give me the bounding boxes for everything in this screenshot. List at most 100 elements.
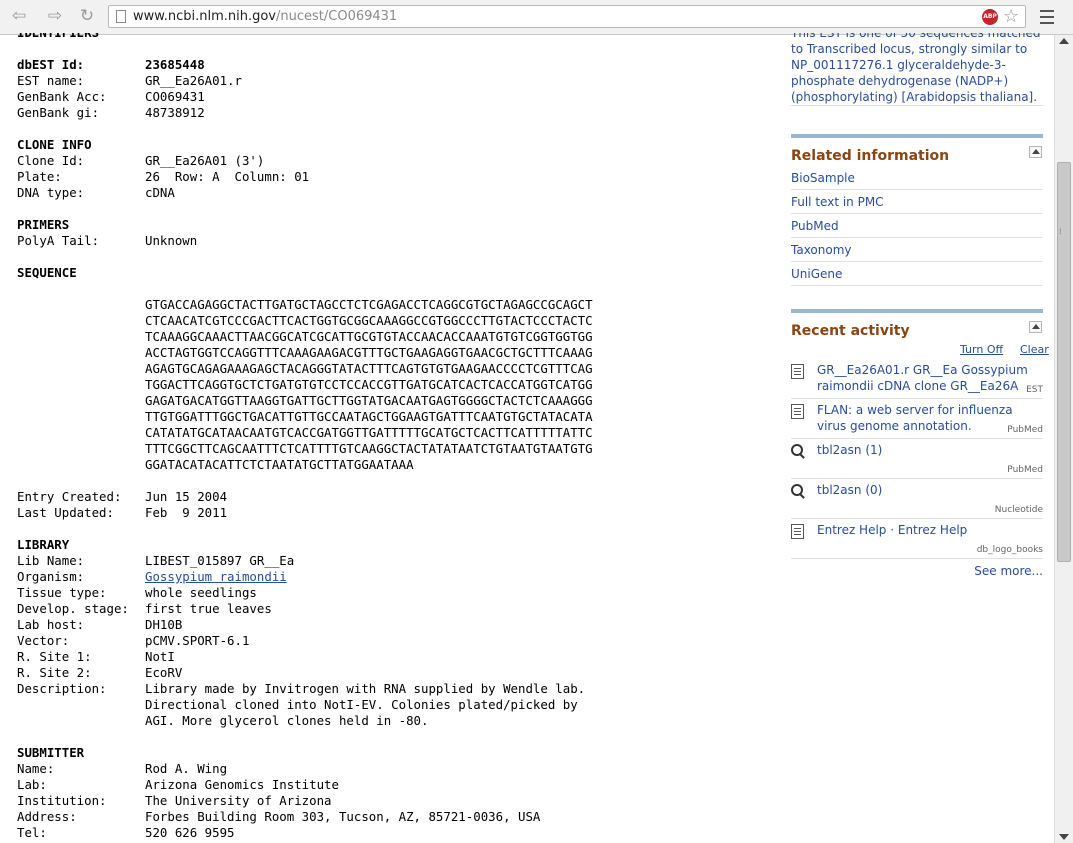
field-label: Lab: [17, 777, 47, 792]
field-label: PolyA Tail: [17, 233, 100, 248]
sequence-line: TCAAAGGCAAACTTAACGGCATCGCATTGCGTGTACCAAC… [145, 329, 593, 344]
identifier-row: GenBank Acc: CO069431 [17, 89, 777, 105]
turn-off-link[interactable]: Turn Off [960, 343, 1003, 356]
browser-toolbar: ⇦ ⇨ ↻ www.ncbi.nlm.nih.gov/nucest/CO0694… [0, 0, 1073, 35]
clone-section: Clone Id: GR__Ea26A01 (3') Plate: 26 Row: A… [17, 153, 777, 201]
est-record: IDENTIFIERS dbEST Id: 23685448 EST name: GR… [17, 33, 777, 843]
field-label: Lib Name: [17, 553, 85, 568]
recent-activity-link[interactable]: tbl2asn (1) [817, 442, 1037, 458]
field-label: Address: [17, 809, 77, 824]
field-label: Name: [17, 761, 55, 776]
see-more-link[interactable]: See more... [974, 564, 1043, 578]
back-icon[interactable]: ⇦ [8, 5, 30, 27]
browser-menu-icon[interactable] [1038, 6, 1056, 26]
field-value: EcoRV [145, 665, 183, 680]
field-value: Feb 9 2011 [145, 505, 228, 520]
bookmark-star-icon[interactable]: ☆ [1003, 6, 1019, 27]
field-label: Tel: [17, 825, 47, 840]
description-line: (phosphorylating) [Arabidopsis thaliana]… [791, 90, 1038, 104]
related-link-pubmed[interactable]: PubMed [791, 214, 1043, 238]
adblock-icon[interactable]: ABP [982, 9, 998, 25]
library-row: Vector: pCMV.SPORT-6.1 [17, 633, 777, 649]
field-label: Institution: [17, 793, 107, 808]
clone-row: DNA type: cDNA [17, 185, 777, 201]
collapse-recent-icon[interactable] [1029, 321, 1042, 333]
field-label: EST name: [17, 73, 85, 88]
recent-activity-link[interactable]: Entrez Help · Entrez Help [817, 522, 1037, 538]
library-row: Develop. stage: first true leaves [17, 601, 777, 617]
document-icon [791, 364, 804, 379]
submitter-section: Name: Rod A. Wing Lab: Arizona Genomics Ins… [17, 761, 777, 843]
field-label: GenBank Acc: [17, 89, 107, 104]
identifier-row: GenBank gi: 48738912 [17, 105, 777, 121]
identifier-row: EST name: GR__Ea26A01.r [17, 73, 777, 89]
submitter-row: Lab: Arizona Genomics Institute [17, 777, 777, 793]
recent-activity-link[interactable]: GR__Ea26A01.r GR__Ea Gossypium raimondii… [817, 362, 1037, 394]
field-value: Library made by Invitrogen with RNA supp… [145, 681, 586, 696]
reload-icon[interactable]: ↻ [76, 5, 98, 27]
field-label: Last Updated: [17, 505, 114, 520]
organism-link[interactable]: Gossypium raimondii [145, 569, 287, 585]
submitter-row: Institution: The University of Arizona [17, 793, 777, 809]
recent-activity-db: db_logo_books [976, 545, 1043, 555]
collapse-related-icon[interactable] [1029, 146, 1042, 158]
field-value: whole seedlings [145, 585, 257, 600]
recent-activity-item[interactable]: Entrez Help · Entrez Help db_logo_books [791, 519, 1043, 559]
recent-activity-item[interactable]: tbl2asn (0) Nucleotide [791, 479, 1043, 519]
library-header: LIBRARY [17, 537, 70, 552]
recent-activity-title: Recent activity [791, 323, 910, 339]
sequence-block: GTGACCAGAGGCTACTTGATGCTAGCCTCTCGAGACCTCA… [17, 297, 777, 473]
primers-section: PolyA Tail: Unknown [17, 233, 777, 249]
related-information-list: BioSample Full text in PMC PubMed Taxonomy U… [791, 166, 1043, 286]
submitter-row: Name: Rod A. Wing [17, 761, 777, 777]
related-link-unigene[interactable]: UniGene [791, 262, 1043, 286]
recent-activity-item[interactable]: GR__Ea26A01.r GR__Ea Gossypium raimondii… [791, 359, 1043, 399]
related-link-biosample[interactable]: BioSample [791, 166, 1043, 190]
field-value: first true leaves [145, 601, 272, 616]
date-row: Last Updated: Feb 9 2011 [17, 505, 777, 521]
url-text[interactable]: www.ncbi.nlm.nih.gov/nucest/CO069431 [133, 8, 397, 25]
primers-header: PRIMERS [17, 217, 70, 232]
page-scrollbar[interactable]: ⁞ [1054, 35, 1073, 843]
url-host: www.ncbi.nlm.nih.gov [133, 9, 276, 24]
scroll-down-icon[interactable] [1059, 834, 1069, 840]
forward-icon[interactable]: ⇨ [44, 5, 66, 27]
recent-activity-db: EST [1026, 385, 1043, 395]
scroll-up-icon[interactable] [1059, 38, 1069, 44]
identifier-row: dbEST Id: 23685448 [17, 57, 777, 73]
submitter-row: Address: Forbes Building Room 303, Tucson… [17, 809, 777, 825]
sequence-line: GTGACCAGAGGCTACTTGATGCTAGCCTCTCGAGACCTCA… [145, 297, 593, 312]
field-value: AGI. More glycerol clones held in -80. [145, 713, 429, 728]
field-label: Tissue type: [17, 585, 107, 600]
locus-description-text[interactable]: This EST is one of 50 sequences matched t… [791, 33, 1043, 105]
clone-row: Plate: 26 Row: A Column: 01 [17, 169, 777, 185]
library-section: Lib Name: LIBEST_015897 GR__Ea Organism: Go… [17, 553, 777, 729]
right-sidebar: This EST is one of 50 sequences matched t… [791, 33, 1049, 578]
library-row: R. Site 2: EcoRV [17, 665, 777, 681]
scrollbar-thumb[interactable] [1057, 162, 1071, 562]
related-information-panel: Related information BioSample Full text i… [791, 134, 1043, 286]
document-icon [791, 404, 804, 419]
related-link-taxonomy[interactable]: Taxonomy [791, 238, 1043, 262]
document-icon [791, 524, 804, 539]
sequence-line: ACCTAGTGGTCCAGGTTTCAAAGAAGACGTTTGCTGAAGA… [145, 345, 593, 360]
clone-row: Clone Id: GR__Ea26A01 (3') [17, 153, 777, 169]
clear-link[interactable]: Clear [1020, 343, 1049, 356]
submitter-row: Tel: 520 626 9595 [17, 825, 777, 841]
recent-activity-item[interactable]: tbl2asn (1) PubMed [791, 439, 1043, 479]
library-row: R. Site 1: NotI [17, 649, 777, 665]
field-value: Unknown [145, 233, 198, 248]
field-label: dbEST Id: [17, 57, 85, 72]
recent-activity-link[interactable]: tbl2asn (0) [817, 482, 1037, 498]
recent-activity-item[interactable]: FLAN: a web server for influenza virus g… [791, 399, 1043, 439]
library-row: Description: Library made by Invitrogen w… [17, 681, 777, 697]
field-value: GR__Ea26A01 (3') [145, 153, 265, 168]
field-label: DNA type: [17, 185, 85, 200]
url-path: /nucest/CO069431 [276, 9, 398, 24]
related-link-full-text-in-pmc[interactable]: Full text in PMC [791, 190, 1043, 214]
submitter-header: SUBMITTER [17, 745, 85, 760]
recent-activity-link[interactable]: FLAN: a web server for influenza virus g… [817, 402, 1037, 434]
library-row: Organism: Gossypium raimondii [17, 569, 777, 585]
address-bar[interactable]: www.ncbi.nlm.nih.gov/nucest/CO069431 ABP… [108, 5, 1026, 28]
field-value: 520 626 9595 [145, 825, 235, 840]
